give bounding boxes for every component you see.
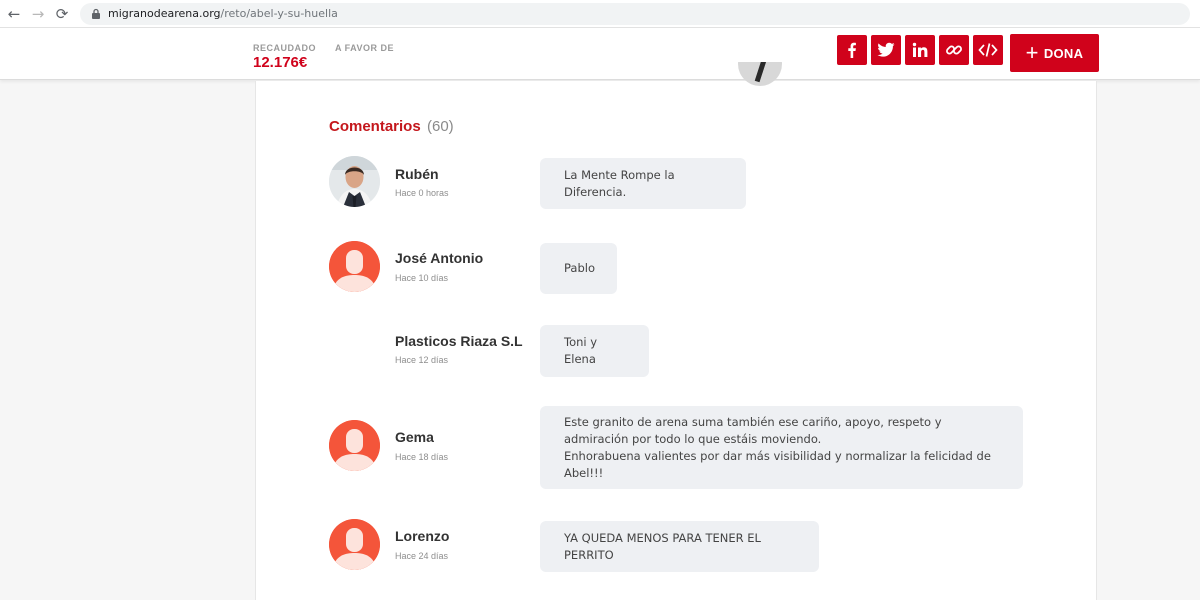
back-arrow-icon[interactable]: ←: [2, 2, 26, 26]
comment-text: La Mente Rompe la Diferencia.: [564, 167, 675, 199]
share-buttons: [837, 35, 1003, 65]
comment-time: Hace 0 horas: [395, 188, 449, 198]
user-photo: [329, 156, 380, 207]
raised-amount: 12.176€: [253, 54, 308, 71]
favor-label: A FAVOR DE: [335, 43, 395, 53]
comment-bubble: Toni y Elena: [540, 325, 649, 377]
default-user-icon: [329, 420, 380, 471]
browser-toolbar: ← → ⟳ migranodearena.org/reto/abel-y-su-…: [0, 0, 1200, 28]
comment-author: Rubén: [395, 166, 439, 182]
avatar: [329, 156, 380, 207]
donate-button[interactable]: + DONA: [1010, 34, 1099, 72]
comment-bubble: La Mente Rompe la Diferencia.: [540, 158, 746, 209]
lock-icon: [92, 8, 100, 19]
comment-bubble: YA QUEDA MENOS PARA TENER EL PERRITO: [540, 521, 819, 572]
url-path: /reto/abel-y-su-huella: [220, 7, 338, 20]
comment-bubble: Pablo: [540, 243, 617, 294]
donate-label: DONA: [1043, 45, 1084, 61]
comment-author: José Antonio: [395, 250, 484, 266]
default-user-icon: [329, 241, 380, 292]
avatar: [329, 420, 380, 471]
forward-arrow-icon[interactable]: →: [26, 2, 50, 26]
reload-icon[interactable]: ⟳: [50, 2, 74, 26]
facebook-share-button[interactable]: [837, 35, 867, 65]
comment-time: Hace 18 días: [395, 452, 449, 462]
default-user-icon: [329, 519, 380, 570]
comment-author: Plasticos Riaza S.L: [395, 333, 523, 349]
raised-label: RECAUDADO: [253, 43, 316, 53]
facebook-icon: [848, 42, 856, 58]
comment-text: Toni y Elena: [564, 335, 598, 366]
comments-count: (60): [427, 118, 454, 135]
comment-text: YA QUEDA MENOS PARA TENER EL PERRITO: [564, 530, 761, 562]
partial-organizer-avatar: [738, 62, 782, 86]
comment-author: Lorenzo: [395, 528, 450, 544]
comment-time: Hace 12 días: [395, 355, 449, 365]
linkedin-icon: [912, 42, 928, 57]
comment-text: Este granito de arena suma también ese c…: [564, 414, 991, 480]
comments-title: Comentarios: [329, 118, 421, 135]
comment-text: Pablo: [564, 261, 595, 275]
link-icon: [946, 45, 962, 55]
avatar: [329, 241, 380, 292]
comment-time: Hace 24 días: [395, 551, 449, 561]
copy-link-button[interactable]: [939, 35, 969, 65]
comment-author: Gema: [395, 429, 434, 445]
embed-code-button[interactable]: [973, 35, 1003, 65]
comment-bubble: Este granito de arena suma también ese c…: [540, 406, 1023, 489]
twitter-icon: [877, 42, 895, 57]
address-bar[interactable]: migranodearena.org/reto/abel-y-su-huella: [80, 2, 1190, 25]
url-host: migranodearena.org: [108, 7, 221, 20]
comment-time: Hace 10 días: [395, 273, 449, 283]
linkedin-share-button[interactable]: [905, 35, 935, 65]
avatar: [329, 519, 380, 570]
embed-code-icon: [978, 43, 998, 57]
twitter-share-button[interactable]: [871, 35, 901, 65]
plus-icon: +: [1025, 40, 1039, 65]
